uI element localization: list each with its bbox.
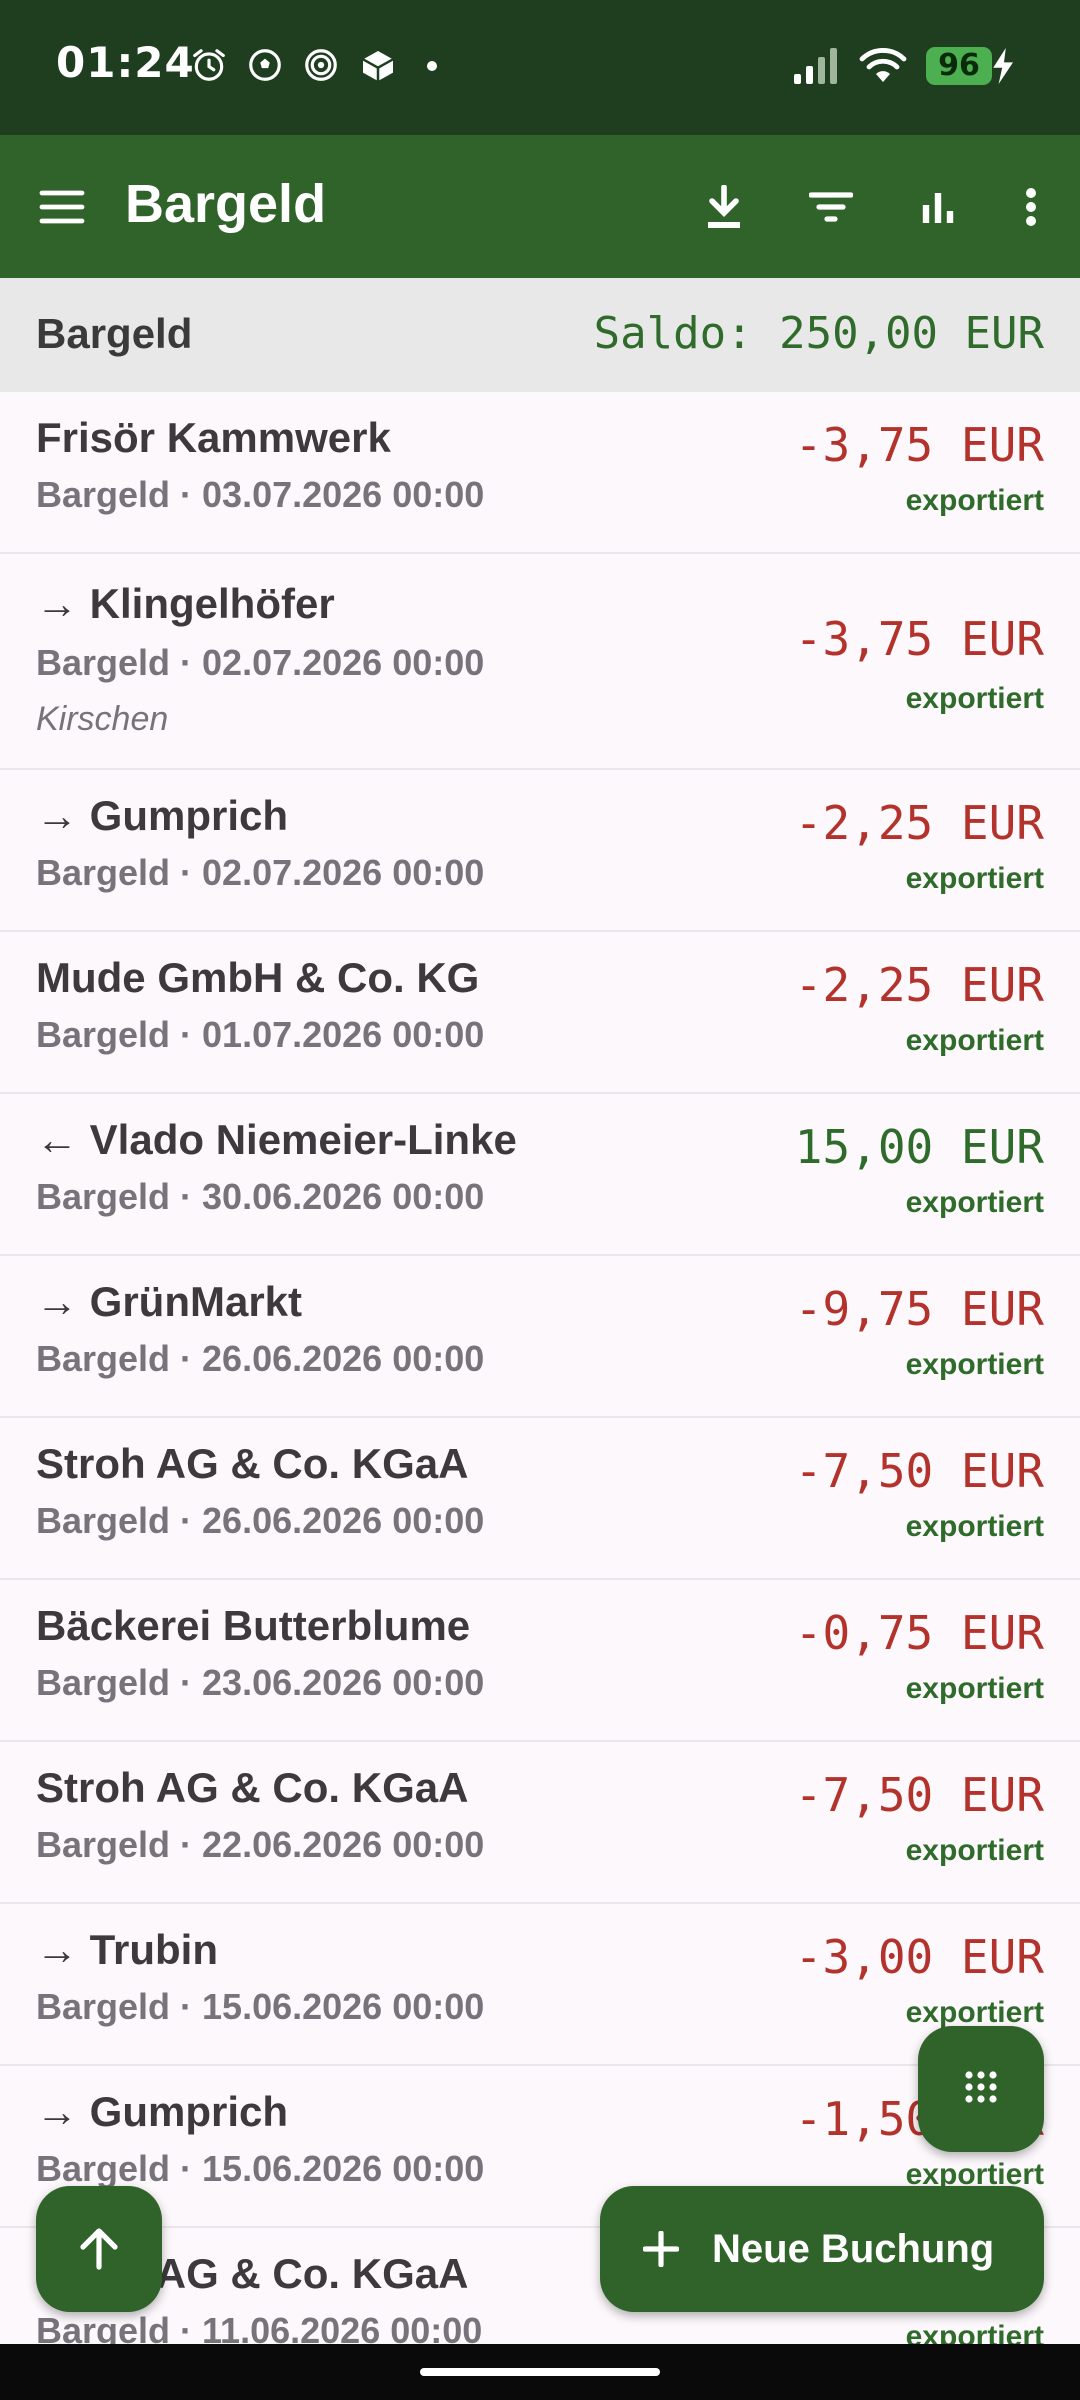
export-status: exportiert <box>905 1348 1044 1381</box>
transaction-amount: -2,25 EUR <box>794 796 1044 850</box>
transaction-payee: Bäckerei Butterblume <box>36 1602 471 1649</box>
transaction-payee: ← Vlado Niemeier-Linke <box>36 1116 517 1163</box>
transaction-row[interactable]: → GrünMarkt Bargeld · 26.06.2026 00:00 -9,… <box>0 1256 1080 1418</box>
transaction-row[interactable]: Stroh AG & Co. KGaA Bargeld · 22.06.2026 … <box>0 1742 1080 1904</box>
transaction-meta: Bargeld · 01.07.2026 00:00 <box>36 1014 485 1055</box>
arrow-up-icon <box>80 2228 118 2270</box>
export-status: exportiert <box>905 484 1044 517</box>
transaction-row[interactable]: Frisör Kammwerk Bargeld · 03.07.2026 00:0… <box>0 392 1080 554</box>
account-name: Bargeld <box>36 310 193 357</box>
transaction-amount: -3,75 EUR <box>794 612 1044 666</box>
transaction-row[interactable]: Bäckerei Butterblume Bargeld · 23.06.2026… <box>0 1580 1080 1742</box>
transaction-row[interactable]: ← Vlado Niemeier-Linke Bargeld · 30.06.20… <box>0 1094 1080 1256</box>
transaction-note: Kirschen <box>36 700 169 738</box>
menu-icon[interactable] <box>30 175 94 239</box>
transaction-payee: Stroh AG & Co. KGaA <box>36 1440 469 1487</box>
transaction-meta: Bargeld · 02.07.2026 00:00 <box>36 642 485 683</box>
transaction-meta: Bargeld · 02.07.2026 00:00 <box>36 852 485 893</box>
spiral-icon <box>305 49 337 81</box>
transaction-meta: Bargeld · 26.06.2026 00:00 <box>36 1338 485 1379</box>
transaction-payee: → Gumprich <box>36 792 289 839</box>
transaction-amount: -3,00 EUR <box>794 1930 1044 1984</box>
more-vert-icon[interactable] <box>999 175 1063 239</box>
system-nav-bar <box>0 2344 1080 2400</box>
transaction-amount: -7,50 EUR <box>794 1768 1044 1822</box>
transaction-meta: Bargeld · 23.06.2026 00:00 <box>36 1662 485 1703</box>
transaction-amount: -9,75 EUR <box>794 1282 1044 1336</box>
plus-icon <box>640 2228 682 2270</box>
transaction-payee: → Trubin <box>36 1926 218 1973</box>
new-booking-label: Neue Buchung <box>712 2226 995 2271</box>
signal-icon <box>794 48 837 84</box>
transaction-payee: → GrünMarkt <box>36 1278 303 1325</box>
chart-icon[interactable] <box>906 175 970 239</box>
home-indicator[interactable] <box>420 2368 660 2376</box>
dialpad-icon <box>965 2071 997 2103</box>
transaction-amount: -3,75 EUR <box>794 418 1044 472</box>
page-title: Bargeld <box>125 174 327 234</box>
transaction-meta: Bargeld · 15.06.2026 00:00 <box>36 1986 485 2027</box>
alarm-icon <box>193 49 225 81</box>
filter-icon[interactable] <box>799 175 863 239</box>
balance-header: Bargeld Saldo: 250,00 EUR <box>0 278 1080 392</box>
transaction-amount: -2,25 EUR <box>794 958 1044 1012</box>
transaction-row[interactable]: Mude GmbH & Co. KG Bargeld · 01.07.2026 0… <box>0 932 1080 1094</box>
export-status: exportiert <box>905 1996 1044 2029</box>
status-bar: 01:24 96 <box>0 0 1080 135</box>
export-status: exportiert <box>905 862 1044 895</box>
status-time: 01:24 <box>56 38 195 87</box>
transaction-payee: Stroh AG & Co. KGaA <box>36 1764 469 1811</box>
transaction-payee: Frisör Kammwerk <box>36 414 391 461</box>
dot-icon <box>427 61 437 71</box>
dialpad-button[interactable] <box>918 2026 1044 2152</box>
transaction-meta: Bargeld · 03.07.2026 00:00 <box>36 474 485 515</box>
wifi-icon <box>859 48 907 82</box>
export-status: exportiert <box>905 1510 1044 1543</box>
battery-icon: 96 <box>926 47 992 85</box>
export-status: exportiert <box>905 1672 1044 1705</box>
export-status: exportiert <box>905 1024 1044 1057</box>
transaction-row[interactable]: → Gumprich Bargeld · 02.07.2026 00:00 -2,2… <box>0 770 1080 932</box>
transaction-row[interactable]: → Trubin Bargeld · 15.06.2026 00:00 -3,00 … <box>0 1904 1080 2066</box>
new-booking-button[interactable]: Neue Buchung <box>600 2186 1044 2312</box>
transaction-row[interactable]: → Klingelhöfer Bargeld · 02.07.2026 00:00… <box>0 554 1080 770</box>
transaction-meta: Bargeld · 26.06.2026 00:00 <box>36 1500 485 1541</box>
transaction-payee: → Gumprich <box>36 2088 289 2135</box>
transaction-meta: Bargeld · 15.06.2026 00:00 <box>36 2148 485 2189</box>
transaction-payee: → Klingelhöfer <box>36 580 335 627</box>
charging-bolt-icon <box>993 48 1013 84</box>
export-status: exportiert <box>905 682 1044 715</box>
cube-icon <box>362 51 394 81</box>
soccer-ball-icon <box>249 49 281 81</box>
transaction-amount: 15,00 EUR <box>794 1120 1044 1174</box>
transaction-amount: -7,50 EUR <box>794 1444 1044 1498</box>
transaction-meta: Bargeld · 22.06.2026 00:00 <box>36 1824 485 1865</box>
account-balance: Saldo: 250,00 EUR <box>593 308 1044 359</box>
transaction-row[interactable]: Stroh AG & Co. KGaA Bargeld · 26.06.2026 … <box>0 1418 1080 1580</box>
app-bar: Bargeld <box>0 135 1080 278</box>
export-status: exportiert <box>905 1186 1044 1219</box>
transaction-payee: Mude GmbH & Co. KG <box>36 954 480 1001</box>
transaction-meta: Bargeld · 30.06.2026 00:00 <box>36 1176 485 1217</box>
export-status: exportiert <box>905 1834 1044 1867</box>
transaction-amount: -0,75 EUR <box>794 1606 1044 1660</box>
download-icon[interactable] <box>692 175 756 239</box>
scroll-to-top-button[interactable] <box>36 2186 162 2312</box>
